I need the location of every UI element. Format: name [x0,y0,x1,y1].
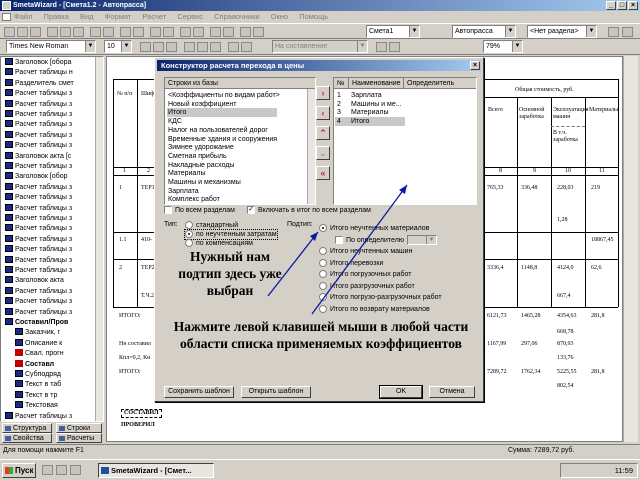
annotation-click-note: Нажмите левой клавишей мыши в любой част… [173,319,469,351]
annotation-arrow [311,184,408,315]
annotation-arrowhead [399,185,407,194]
annotation-arrows [267,184,408,315]
annotation-subtype-note: Нужный нам подтип здесь уже выбран [178,249,282,298]
